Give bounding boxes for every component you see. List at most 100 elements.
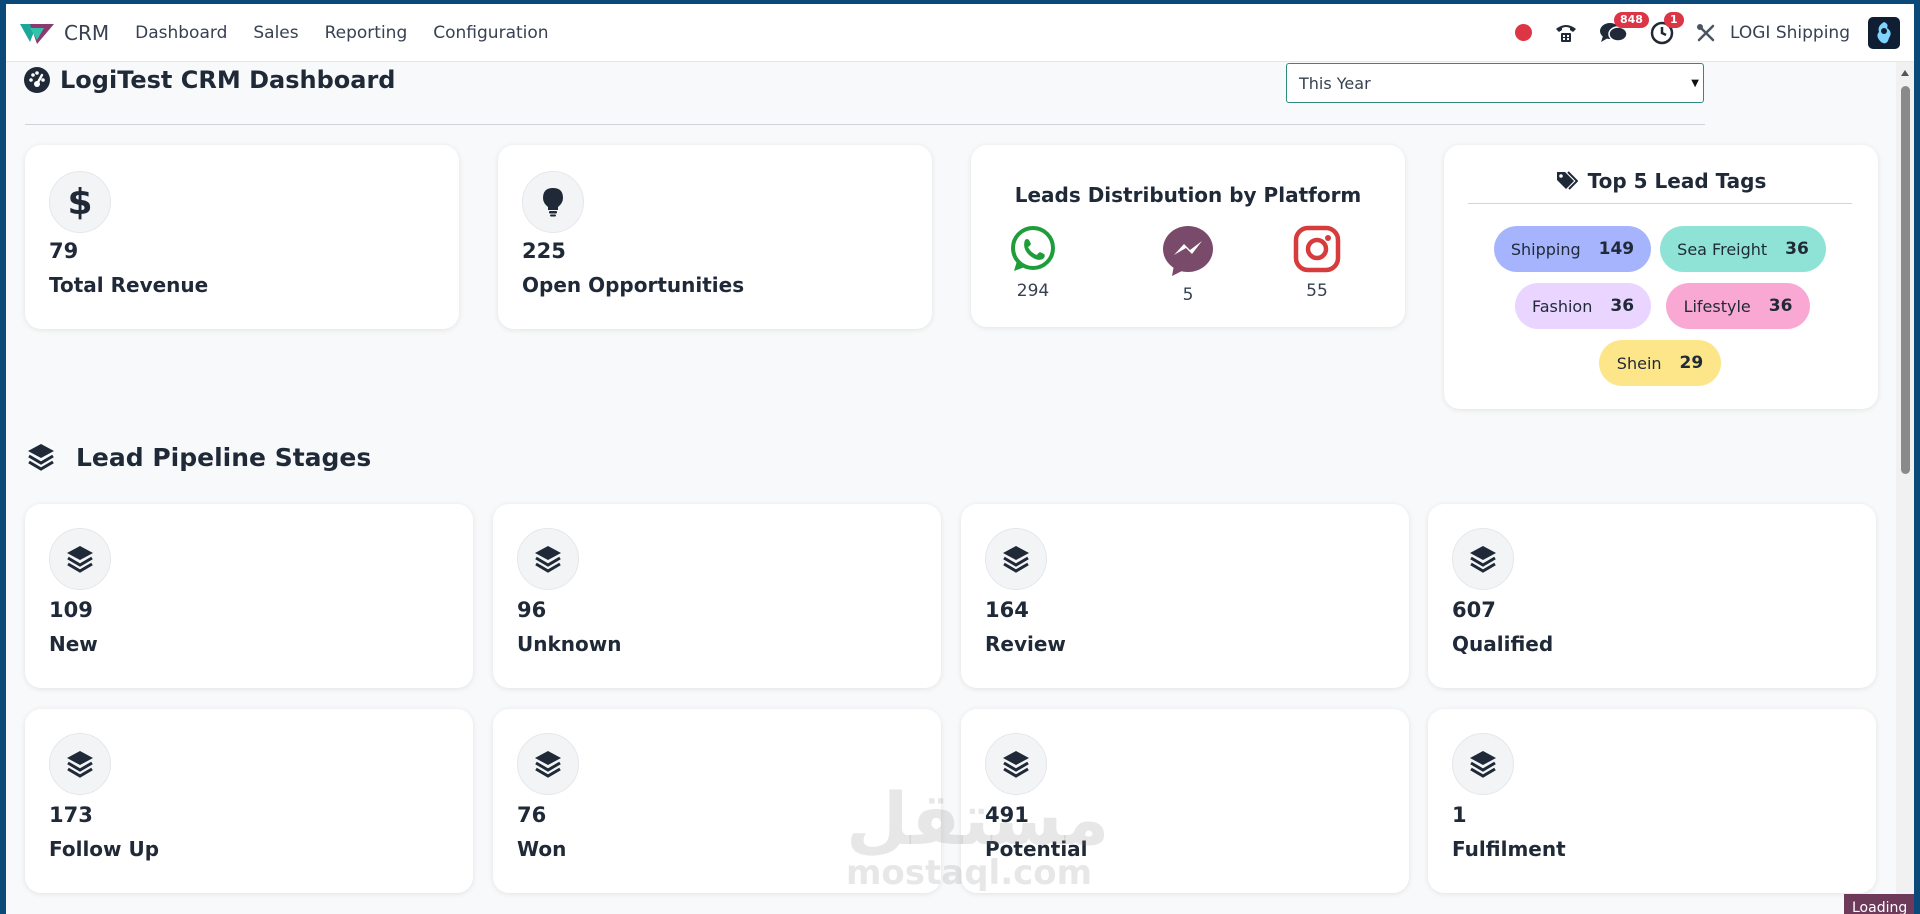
stage-card-review[interactable]: 164 Review (961, 504, 1409, 688)
tag-count: 36 (1768, 296, 1793, 316)
stage-card-follow-up[interactable]: 173 Follow Up (25, 709, 473, 893)
kpi-label: Open Opportunities (522, 273, 745, 297)
tag-shipping[interactable]: Shipping 149 (1494, 226, 1651, 272)
tag-sea-freight[interactable]: Sea Freight 36 (1660, 226, 1826, 272)
platform-whatsapp[interactable]: 294 (993, 225, 1073, 301)
tags-divider (1468, 203, 1852, 204)
app-frame: CRM Dashboard Sales Reporting Configurat… (6, 4, 1914, 914)
layers-icon (28, 444, 54, 471)
stage-label: Review (985, 632, 1066, 656)
scroll-thumb[interactable] (1901, 86, 1910, 474)
kpi-card-total-revenue[interactable]: $ 79 Total Revenue (25, 145, 459, 329)
stage-label: New (49, 632, 98, 656)
menu-dashboard[interactable]: Dashboard (135, 23, 227, 43)
scroll-up-arrow-icon[interactable] (1901, 70, 1909, 76)
tag-count: 36 (1785, 239, 1809, 259)
stage-label: Fulfilment (1452, 837, 1566, 861)
platform-count: 5 (1182, 285, 1194, 305)
user-avatar[interactable] (1868, 16, 1900, 49)
stage-card-new[interactable]: 109 New (25, 504, 473, 688)
instagram-icon (1293, 225, 1341, 273)
top-navbar: CRM Dashboard Sales Reporting Configurat… (6, 4, 1914, 62)
top-tags-card: Top 5 Lead Tags Shipping 149 Sea Freight… (1444, 145, 1878, 409)
navbar-systray: 848 1 LOGI Shipping (1493, 11, 1900, 49)
recording-indicator[interactable] (1515, 24, 1532, 41)
stage-count: 164 (985, 598, 1029, 622)
dashboard-header: LogiTest CRM Dashboard (24, 66, 395, 94)
stage-label: Won (517, 837, 567, 861)
kpi-icon-circle (522, 171, 584, 233)
stage-count: 173 (49, 803, 93, 827)
stage-card-won[interactable]: 76 Won (493, 709, 941, 893)
tags-icon (1556, 171, 1578, 190)
platform-card-title: Leads Distribution by Platform (1014, 183, 1362, 207)
platform-instagram[interactable]: 55 (1277, 225, 1357, 301)
activities-button[interactable]: 1 (1650, 11, 1684, 45)
messages-button[interactable]: 848 (1600, 11, 1649, 45)
stage-icon-circle (1452, 528, 1514, 590)
tag-count: 29 (1679, 353, 1704, 373)
kpi-value: 79 (49, 239, 79, 263)
period-select[interactable]: This Year ▼ (1286, 63, 1704, 103)
stage-icon-circle (985, 733, 1047, 795)
tag-fashion[interactable]: Fashion 36 (1515, 283, 1651, 329)
stage-count: 76 (517, 803, 547, 827)
record-dot-icon (1515, 24, 1532, 41)
page-title: LogiTest CRM Dashboard (60, 66, 396, 94)
stage-card-fulfilment[interactable]: 1 Fulfilment (1428, 709, 1876, 893)
stage-icon-circle (517, 733, 579, 795)
menu-reporting[interactable]: Reporting (325, 23, 408, 43)
layers-icon (535, 546, 561, 573)
menu-sales[interactable]: Sales (253, 23, 298, 43)
platform-messenger[interactable]: 5 (1148, 225, 1228, 305)
layers-icon (535, 751, 561, 778)
avatar-icon (1877, 21, 1891, 43)
tag-name: Fashion (1531, 296, 1593, 316)
chevron-down-icon: ▼ (1691, 78, 1699, 89)
stage-card-qualified[interactable]: 607 Qualified (1428, 504, 1876, 688)
kpi-card-open-opportunities[interactable]: 225 Open Opportunities (498, 145, 932, 329)
stage-card-unknown[interactable]: 96 Unknown (493, 504, 941, 688)
page-scrollbar[interactable] (1896, 62, 1914, 914)
stage-label: Follow Up (49, 837, 160, 861)
stage-count: 109 (49, 598, 93, 622)
stage-icon-circle (49, 733, 111, 795)
stage-card-potential[interactable]: 491 Potential (961, 709, 1409, 893)
kpi-label: Total Revenue (49, 273, 209, 297)
kpi-value: 225 (522, 239, 566, 263)
platform-distribution-card: Leads Distribution by Platform 294 5 55 (971, 145, 1405, 327)
platform-count: 294 (1016, 281, 1050, 301)
whatsapp-icon (1011, 226, 1055, 271)
stage-label: Potential (985, 837, 1088, 861)
stage-icon-circle (985, 528, 1047, 590)
stage-count: 607 (1452, 598, 1496, 622)
layers-icon (1470, 751, 1496, 778)
phone-icon (1556, 24, 1576, 42)
layers-icon (1470, 546, 1496, 573)
tag-name: Lifestyle (1683, 296, 1751, 316)
crm-logo-icon[interactable] (20, 20, 54, 46)
stage-label: Qualified (1452, 632, 1554, 656)
lightbulb-icon (543, 188, 563, 217)
company-switcher[interactable]: LOGI Shipping (1730, 23, 1850, 43)
activities-badge: 1 (1664, 11, 1684, 28)
stage-count: 96 (517, 598, 547, 622)
stage-count: 1 (1452, 803, 1467, 827)
phone-button[interactable] (1554, 22, 1578, 44)
stage-icon-circle (517, 528, 579, 590)
tag-lifestyle[interactable]: Lifestyle 36 (1666, 283, 1810, 329)
stage-count: 491 (985, 803, 1029, 827)
tag-name: Shein (1616, 353, 1662, 373)
kpi-icon-circle: $ (49, 171, 111, 233)
settings-tools-button[interactable] (1696, 23, 1716, 43)
dashboard-gauge-icon (24, 67, 50, 93)
menu-configuration[interactable]: Configuration (433, 23, 548, 43)
header-divider (25, 124, 1705, 125)
tag-shein[interactable]: Shein 29 (1599, 340, 1721, 386)
tag-count: 149 (1598, 239, 1635, 259)
tag-name: Shipping (1510, 239, 1581, 259)
loading-indicator: Loading (1844, 894, 1914, 914)
layers-icon (1003, 751, 1029, 778)
app-name[interactable]: CRM (64, 21, 109, 45)
tag-count: 36 (1610, 296, 1635, 316)
